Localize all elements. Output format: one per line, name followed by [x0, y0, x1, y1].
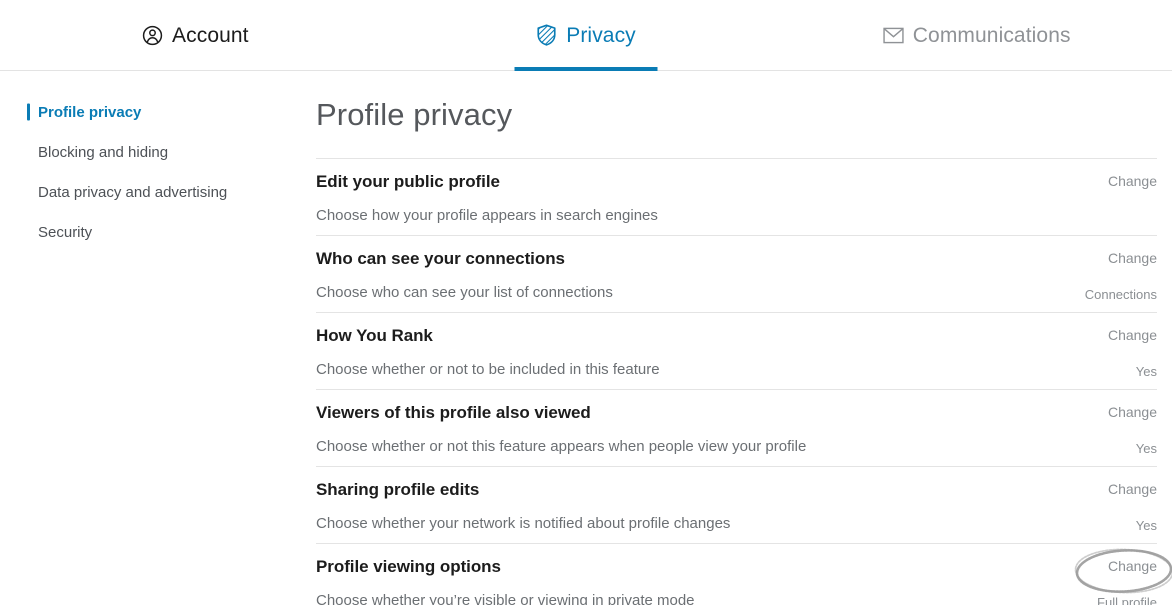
page-title: Profile privacy [316, 97, 513, 132]
change-link[interactable]: Change [1108, 328, 1157, 342]
sidebar-item-label: Security [38, 223, 93, 241]
sidebar-item-security[interactable]: Security [0, 212, 316, 252]
person-circle-icon [142, 25, 163, 46]
tab-privacy[interactable]: Privacy [391, 0, 782, 71]
tab-communications[interactable]: Communications [781, 0, 1172, 70]
sidebar: Profile privacy Blocking and hiding Data… [0, 71, 316, 605]
setting-controls: Change Yes [937, 327, 1157, 378]
setting-row: Who can see your connections Choose who … [316, 235, 1157, 312]
setting-value: Yes [1135, 518, 1157, 533]
page-body: Profile privacy Blocking and hiding Data… [0, 71, 1172, 605]
active-indicator-bar [27, 103, 30, 121]
sidebar-item-label: Profile privacy [38, 103, 142, 121]
change-link[interactable]: Change [1108, 559, 1157, 573]
setting-value: Yes [1135, 441, 1157, 456]
shield-icon [536, 24, 557, 46]
change-link[interactable]: Change [1108, 174, 1157, 188]
setting-controls: Change [937, 173, 1157, 211]
setting-controls: Change Connections [937, 250, 1157, 301]
tab-communications-label: Communications [912, 23, 1071, 47]
change-link[interactable]: Change [1108, 482, 1157, 496]
setting-controls: Change Yes [937, 404, 1157, 455]
sidebar-item-label: Data privacy and advertising [38, 183, 228, 201]
setting-controls: Change Full profile [937, 548, 1172, 605]
tab-privacy-label: Privacy [566, 23, 636, 47]
setting-row: Viewers of this profile also viewed Choo… [316, 389, 1157, 466]
setting-controls: Change Yes [937, 481, 1157, 532]
active-tab-underline [514, 67, 658, 71]
sidebar-item-data-privacy-and-advertising[interactable]: Data privacy and advertising [0, 172, 316, 212]
tab-account-label: Account [172, 23, 249, 47]
envelope-icon [883, 27, 904, 44]
setting-value: Full profile [1097, 595, 1157, 605]
top-tab-bar: Account Privacy Communications [0, 0, 1172, 71]
sidebar-item-blocking-and-hiding[interactable]: Blocking and hiding [0, 132, 316, 172]
setting-row: Edit your public profile Choose how your… [316, 158, 1157, 235]
setting-row: How You Rank Choose whether or not to be… [316, 312, 1157, 389]
setting-value: Yes [1135, 364, 1157, 379]
main-content: Profile privacy Edit your public profile… [316, 71, 1172, 605]
change-link[interactable]: Change [1108, 405, 1157, 419]
sidebar-item-label: Blocking and hiding [38, 143, 169, 161]
setting-value: Connections [1084, 287, 1157, 302]
setting-row: Sharing profile edits Choose whether you… [316, 466, 1157, 543]
tab-list: Account Privacy Communications [0, 0, 1172, 71]
setting-row: Profile viewing options Choose whether y… [316, 543, 1172, 605]
tab-account[interactable]: Account [0, 0, 391, 70]
sidebar-item-profile-privacy[interactable]: Profile privacy [0, 92, 316, 132]
change-link[interactable]: Change [1108, 251, 1157, 265]
